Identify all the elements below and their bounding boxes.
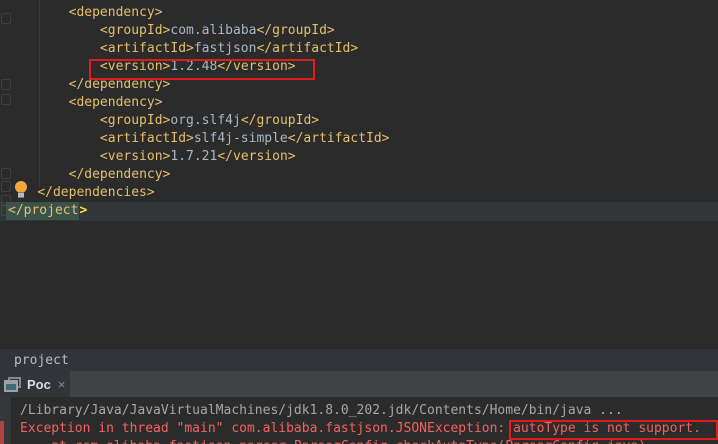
code-line[interactable]: <artifactId>slf4j-simple</artifactId> — [6, 130, 718, 148]
ide-window: <dependency> <groupId>com.alibaba</group… — [0, 0, 718, 444]
console-error-line: Exception in thread "main" com.alibaba.f… — [20, 421, 701, 436]
run-toolwindow-tabbar: Poc × — [0, 371, 718, 397]
console-system-line: /Library/Java/JavaVirtualMachines/jdk1.8… — [20, 403, 623, 418]
code-line[interactable]: </project> — [6, 202, 718, 220]
code-line[interactable]: <groupId>com.alibaba</groupId> — [6, 22, 718, 40]
breadcrumb-item-project[interactable]: project — [14, 353, 69, 368]
run-tab-poc[interactable]: Poc × — [0, 371, 70, 397]
breadcrumb-bar: project — [0, 348, 718, 371]
console-output-pane[interactable]: /Library/Java/JavaVirtualMachines/jdk1.8… — [0, 397, 718, 444]
code-line[interactable]: </dependency> — [6, 166, 718, 184]
run-console-icon — [4, 376, 21, 392]
boxed-error-text: autoType is not support. — [513, 421, 701, 436]
console-error-stripe — [0, 421, 4, 444]
console-gutter — [0, 397, 11, 444]
code-line[interactable]: <dependency> — [6, 94, 718, 112]
matched-tag-highlight: </project — [6, 202, 80, 220]
code-line[interactable]: </dependencies> — [6, 184, 718, 202]
xml-code[interactable]: <dependency> <groupId>com.alibaba</group… — [6, 4, 718, 220]
matched-bracket: > — [79, 203, 88, 218]
code-line[interactable]: <version>1.7.21</version> — [6, 148, 718, 166]
close-tab-icon[interactable]: × — [58, 377, 66, 392]
code-line[interactable]: <dependency> — [6, 4, 718, 22]
console-error-line: at com.alibaba.fastjson.parser.ParserCon… — [20, 438, 718, 444]
code-line[interactable]: <groupId>org.slf4j</groupId> — [6, 112, 718, 130]
code-line[interactable]: <version>1.2.48</version> — [6, 58, 718, 76]
code-line[interactable]: </dependency> — [6, 76, 718, 94]
editor-pane[interactable]: <dependency> <groupId>com.alibaba</group… — [0, 0, 718, 348]
code-line[interactable]: <artifactId>fastjson</artifactId> — [6, 40, 718, 58]
console-text: /Library/Java/JavaVirtualMachines/jdk1.8… — [11, 397, 718, 444]
run-tab-label: Poc — [27, 376, 51, 392]
